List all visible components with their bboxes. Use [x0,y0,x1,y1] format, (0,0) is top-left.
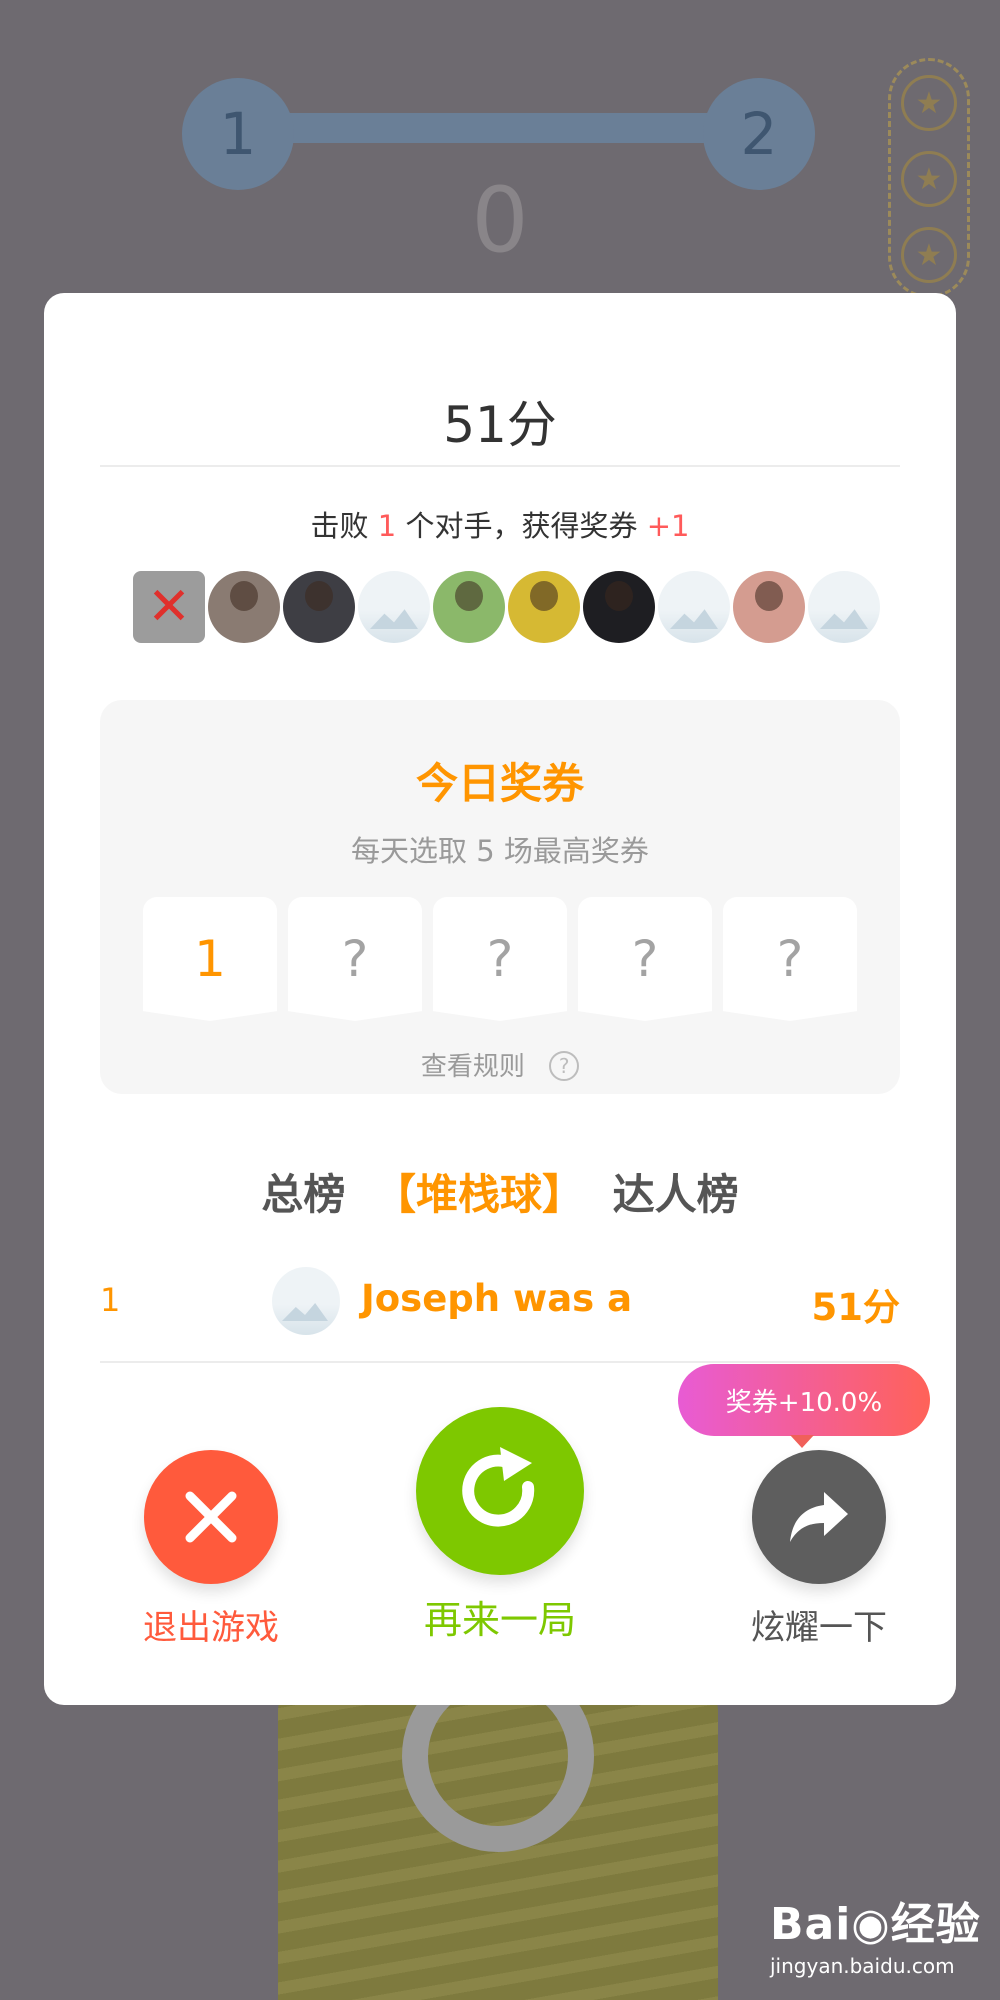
defeat-middle: 个对手，获得奖券 [405,509,638,543]
today-voucher-panel: 今日奖券 每天选取 5 场最高奖券 1 ? ? ? ? 查看规则 ? [100,700,900,1094]
final-score: 51分 [443,396,557,454]
star-icon: ★ [901,151,957,207]
current-level-node: 1 [182,78,294,190]
opponent-avatar-placeholder [808,571,880,643]
voucher-slot: 1 [143,897,277,1021]
share-action: 炫耀一下 [734,1450,904,1649]
reward-delta: +1 [646,509,690,543]
exit-game-button[interactable] [144,1450,278,1584]
share-button[interactable] [752,1450,886,1584]
avatar [272,1267,340,1335]
rank-number: 1 [100,1281,121,1319]
watermark-url: jingyan.baidu.com [770,1954,955,1978]
opponent-avatar [433,571,505,643]
next-level-node: 2 [703,78,815,190]
exit-game-action: 退出游戏 [126,1450,296,1649]
voucher-slot: ? [288,897,422,1021]
opponent-avatar [583,571,655,643]
opponent-avatar-placeholder [658,571,730,643]
defeated-opponent-avatar: ✕ [133,571,205,643]
tab-experts[interactable]: 达人榜 [613,1161,739,1222]
refresh-icon [462,1447,535,1527]
opponent-avatar [283,571,355,643]
voucher-slot: ? [578,897,712,1021]
defeat-count: 1 [377,509,397,543]
opponent-avatar [208,571,280,643]
in-game-score: 0 [471,168,529,273]
watermark-logo: Bai◉经验 [770,1899,981,1950]
opponent-avatar-placeholder [358,571,430,643]
view-rules-label: 查看规则 [420,1052,525,1082]
baidu-jingyan-watermark: Bai◉经验 jingyan.baidu.com [770,1888,990,1988]
share-bonus-badge: 奖券+10.0% [678,1364,930,1448]
player-score: 51分 [811,1286,901,1329]
replay-action: 再来一局 [400,1407,600,1644]
voucher-slots: 1 ? ? ? ? [143,897,857,1023]
close-icon [185,1491,237,1543]
opponent-avatar [508,571,580,643]
share-label[interactable]: 炫耀一下 [734,1600,904,1649]
tab-stack-ball[interactable]: 【堆栈球】 [374,1161,584,1222]
share-arrow-icon [790,1492,848,1542]
defeat-prefix: 击败 [310,509,369,543]
player-name: Joseph was a [361,1277,633,1320]
divider [100,465,900,467]
defeat-summary: 击败 1 个对手，获得奖券 +1 [44,503,956,545]
voucher-slot: ? [723,897,857,1021]
voucher-title: 今日奖券 [415,759,584,808]
leaderboard-tabs: 总榜 【堆栈球】 达人榜 [44,1161,956,1222]
exit-game-label[interactable]: 退出游戏 [126,1600,296,1649]
replay-label[interactable]: 再来一局 [400,1589,600,1644]
leaderboard-row[interactable]: 1 Joseph was a 51分 [100,1263,900,1355]
game-over-dialog: 51分 击败 1 个对手，获得奖券 +1 ✕ 今日奖券 每天选取 5 场最高奖券… [44,293,956,1705]
level-progress-bar [238,113,760,143]
star-progress-track: ★ ★ ★ [888,58,970,298]
divider [100,1361,900,1363]
view-rules-link[interactable]: 查看规则 ? [100,1046,900,1083]
defeated-x-icon: ✕ [147,577,191,637]
voucher-subtitle: 每天选取 5 场最高奖券 [351,834,649,868]
replay-button[interactable] [416,1407,584,1575]
opponent-avatar [733,571,805,643]
opponent-avatars: ✕ [133,571,883,645]
star-icon: ★ [901,227,957,283]
question-mark-icon: ? [549,1051,580,1081]
voucher-slot: ? [433,897,567,1021]
tab-overall[interactable]: 总榜 [261,1161,345,1222]
star-icon: ★ [901,75,957,131]
